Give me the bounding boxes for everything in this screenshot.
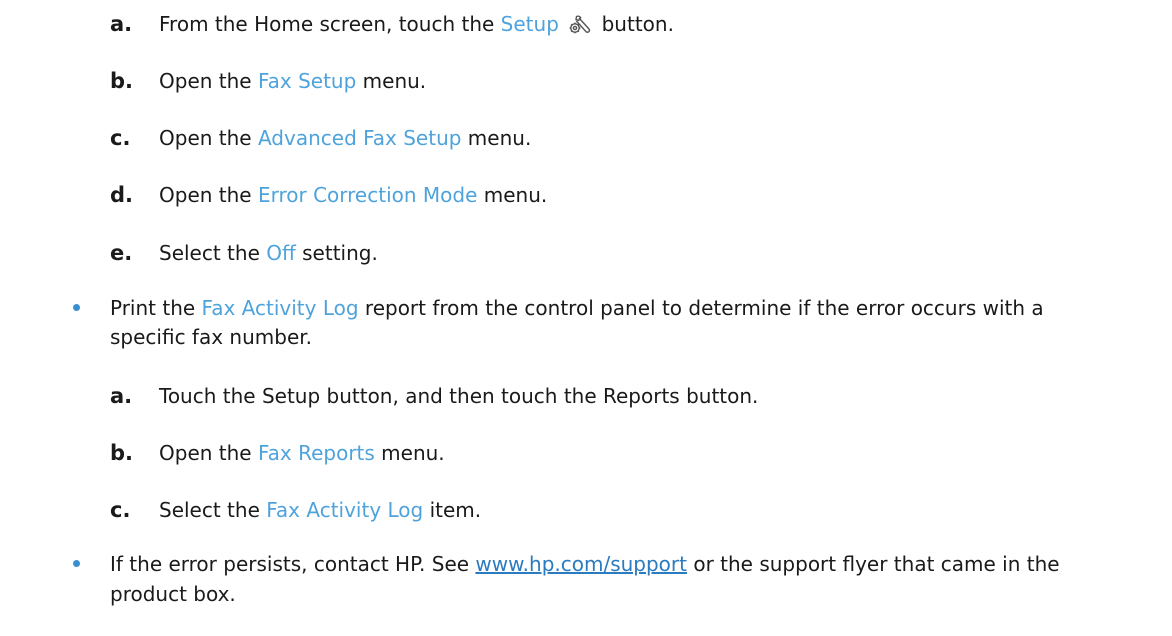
- advanced-fax-setup-link[interactable]: Advanced Fax Setup: [258, 126, 461, 150]
- error-correction-mode-link[interactable]: Error Correction Mode: [258, 183, 477, 207]
- step-letter: a.: [110, 12, 133, 36]
- step-text: Touch the Setup button, and then touch t…: [159, 384, 759, 408]
- setup-link[interactable]: Setup: [501, 12, 559, 36]
- bullet-text-line-1: If the error persists, contact HP. See w…: [110, 552, 1060, 576]
- fax-reports-link[interactable]: Fax Reports: [258, 441, 375, 465]
- step-letter: e.: [110, 241, 133, 265]
- bullet-icon: [73, 560, 80, 567]
- step-letter: d.: [110, 183, 134, 207]
- step-text: Open the Error Correction Mode menu.: [159, 183, 548, 207]
- step-letter: b.: [110, 69, 134, 93]
- step-letter: a.: [110, 384, 133, 408]
- setup-wrench-gear-icon: [569, 15, 591, 34]
- step-text: Open the Advanced Fax Setup menu.: [159, 126, 532, 150]
- fax-setup-link[interactable]: Fax Setup: [258, 69, 356, 93]
- off-link[interactable]: Off: [266, 241, 296, 265]
- hp-support-url-link[interactable]: www.hp.com/support: [475, 552, 687, 576]
- fax-activity-log-link[interactable]: Fax Activity Log: [202, 296, 359, 320]
- step-text: Open the Fax Reports menu.: [159, 441, 445, 465]
- step-text: Open the Fax Setup menu.: [159, 69, 427, 93]
- step-letter: c.: [110, 498, 131, 522]
- step-letter: b.: [110, 441, 134, 465]
- step-text: Select the Fax Activity Log item.: [159, 498, 482, 522]
- step-letter: c.: [110, 126, 131, 150]
- bullet-text-line-2: product box.: [110, 582, 236, 606]
- bullet-text-line-1: Print the Fax Activity Log report from t…: [110, 296, 1044, 320]
- step-text: From the Home screen, touch the Setup bu…: [159, 12, 674, 36]
- bullet-text-line-2: specific fax number.: [110, 325, 312, 349]
- bullet-icon: [73, 304, 80, 311]
- fax-activity-log-link[interactable]: Fax Activity Log: [266, 498, 423, 522]
- step-text: Select the Off setting.: [159, 241, 378, 265]
